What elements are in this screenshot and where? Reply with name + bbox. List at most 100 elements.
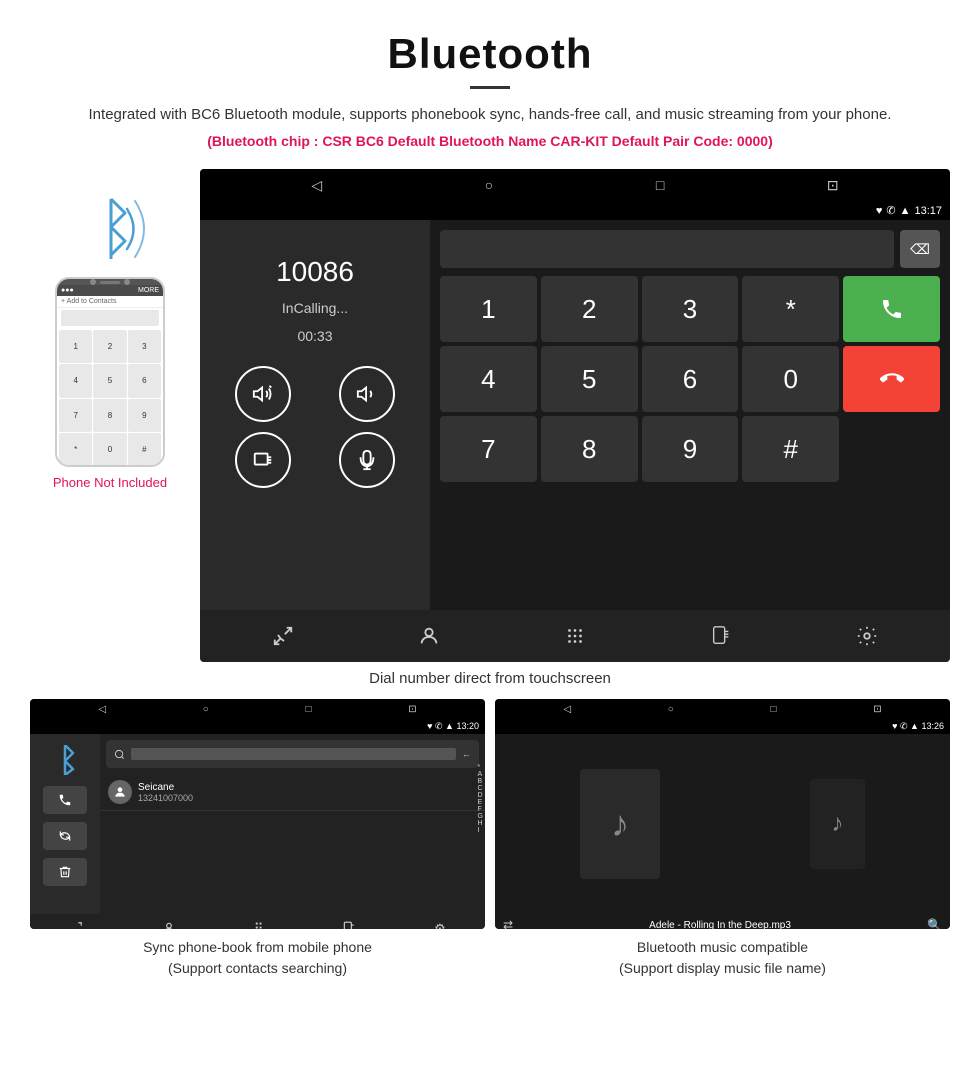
bottom-screenshots: ◁ ○ □ ⊡ ♥ ✆ ▲ 13:20	[0, 699, 980, 979]
call-transfer-icon[interactable]	[263, 616, 303, 656]
dial-input-row: ⌫	[440, 230, 940, 268]
music-caption: Bluetooth music compatible (Support disp…	[619, 937, 826, 979]
refresh-sidebar-btn[interactable]	[43, 822, 87, 850]
music-search-icon[interactable]: 🔍	[927, 918, 942, 929]
screenshot-icon: ⊡	[827, 177, 839, 194]
phonebook-nav-bar: ◁ ○ □ ⊡	[30, 699, 485, 719]
contact-name: Seicane	[138, 782, 193, 793]
alpha-index: * A B C D E F G H I	[478, 764, 483, 834]
dialpad-icon[interactable]	[555, 616, 595, 656]
android-bottom-bar	[200, 610, 950, 662]
phonebook-android-screen: ◁ ○ □ ⊡ ♥ ✆ ▲ 13:20	[30, 699, 485, 929]
volume-up-button[interactable]	[235, 366, 291, 422]
dial-controls	[216, 366, 414, 488]
dial-input-field[interactable]	[440, 230, 894, 268]
contact-row: Seicane 13241007000	[100, 774, 485, 811]
backspace-button[interactable]: ⌫	[900, 230, 940, 268]
wifi-icon: ▲	[900, 205, 911, 217]
phonebook-screenshot-card: ◁ ○ □ ⊡ ♥ ✆ ▲ 13:20	[30, 699, 485, 979]
shuffle-icon[interactable]: ⇄	[503, 918, 513, 929]
pb-screenshot-icon: ⊡	[408, 704, 416, 715]
numpad-key-0[interactable]: 0	[742, 346, 839, 412]
phonebook-main: ← Seicane 13241007000	[30, 734, 485, 914]
delete-sidebar-btn[interactable]	[43, 858, 87, 886]
page-description: Integrated with BC6 Bluetooth module, su…	[40, 103, 940, 127]
contact-number: 13241007000	[138, 793, 193, 803]
phone-mockup: ●●●MORE + Add to Contacts 123 456 789 *0…	[55, 277, 165, 467]
phone-illustration: ●●●MORE + Add to Contacts 123 456 789 *0…	[30, 169, 190, 490]
back-icon: ◁	[311, 177, 322, 194]
music-screenshot-icon: ⊡	[873, 704, 881, 715]
music-status-bar: ♥ ✆ ▲ 13:26	[495, 719, 950, 734]
pb-back-icon: ◁	[98, 704, 106, 715]
phonebook-bottom-bar: ⠿ ⚙	[30, 914, 485, 929]
numpad-grid: 1 2 3 * 4 5 6 0	[440, 276, 940, 482]
pb-settings-icon[interactable]: ⚙	[434, 921, 446, 929]
numpad-key-asterisk[interactable]: *	[742, 276, 839, 342]
numpad-key-6[interactable]: 6	[642, 346, 739, 412]
music-info-section: ⇄ Adele - Rolling In the Deep.mp3 🔍 Adel…	[495, 914, 950, 929]
pb-bluetooth-icon[interactable]	[342, 921, 356, 930]
mute-button[interactable]	[339, 432, 395, 488]
numpad-key-hash[interactable]: #	[742, 416, 839, 482]
pb-recents-icon: □	[306, 704, 312, 715]
numpad-key-3[interactable]: 3	[642, 276, 739, 342]
music-main-area: ♪ ♪	[495, 734, 950, 914]
dial-left-panel: 10086 InCalling... 00:33	[200, 220, 430, 610]
music-home-icon: ○	[668, 704, 674, 715]
contact-info: Seicane 13241007000	[138, 782, 193, 803]
phonebook-sidebar	[30, 734, 100, 914]
dial-section: ●●●MORE + Add to Contacts 123 456 789 *0…	[0, 159, 980, 662]
phone-sidebar-btn[interactable]	[43, 786, 87, 814]
dial-main-area: 10086 InCalling... 00:33	[200, 220, 950, 610]
end-call-button[interactable]	[843, 346, 940, 412]
phonebook-search-bar[interactable]: ←	[106, 740, 479, 768]
contacts-icon[interactable]	[409, 616, 449, 656]
phone-icon: ✆	[886, 204, 895, 217]
music-android-screen: ◁ ○ □ ⊡ ♥ ✆ ▲ 13:26 ♪ ♪	[495, 699, 950, 929]
bluetooth-sidebar-icon	[47, 742, 83, 778]
recents-icon: □	[656, 177, 664, 193]
pb-contacts-icon[interactable]	[162, 921, 176, 930]
location-icon: ♥	[876, 205, 883, 217]
dial-call-status: InCalling...	[216, 300, 414, 316]
music-screenshot-card: ◁ ○ □ ⊡ ♥ ✆ ▲ 13:26 ♪ ♪	[495, 699, 950, 979]
volume-down-button[interactable]	[339, 366, 395, 422]
dial-timer: 00:33	[216, 328, 414, 344]
home-icon: ○	[485, 177, 493, 193]
music-song-title: Adele - Rolling In the Deep.mp3	[513, 920, 927, 930]
numpad-key-5[interactable]: 5	[541, 346, 638, 412]
bluetooth-phone-icon[interactable]	[701, 616, 741, 656]
pb-dialpad-icon[interactable]: ⠿	[254, 921, 264, 929]
page-specs: (Bluetooth chip : CSR BC6 Default Blueto…	[40, 133, 940, 149]
contact-avatar	[108, 780, 132, 804]
page-header: Bluetooth Integrated with BC6 Bluetooth …	[0, 0, 980, 159]
page-title: Bluetooth	[40, 30, 940, 78]
title-divider	[470, 86, 510, 89]
numpad-key-4[interactable]: 4	[440, 346, 537, 412]
music-album-art-side: ♪	[810, 779, 865, 869]
pb-call-icon[interactable]	[69, 921, 83, 930]
music-back-icon: ◁	[563, 704, 571, 715]
numpad-key-2[interactable]: 2	[541, 276, 638, 342]
music-recents-icon: □	[771, 704, 777, 715]
answer-call-button[interactable]	[843, 276, 940, 342]
transfer-call-button[interactable]	[235, 432, 291, 488]
phonebook-status-right: ♥ ✆ ▲ 13:20	[427, 721, 479, 732]
numpad-key-1[interactable]: 1	[440, 276, 537, 342]
dial-number-display: 10086	[216, 256, 414, 288]
android-nav-bar: ◁ ○ □ ⊡	[200, 169, 950, 201]
numpad-key-8[interactable]: 8	[541, 416, 638, 482]
music-artwork-area: ♪ ♪	[495, 734, 950, 914]
music-album-art-main: ♪	[580, 769, 660, 879]
phone-not-included-label: Phone Not Included	[53, 475, 167, 490]
music-status-right: ♥ ✆ ▲ 13:26	[892, 721, 944, 732]
bluetooth-signal-icon	[65, 189, 155, 269]
settings-icon[interactable]	[847, 616, 887, 656]
phonebook-caption: Sync phone-book from mobile phone (Suppo…	[143, 937, 372, 979]
pb-home-icon: ○	[203, 704, 209, 715]
phonebook-content: ← Seicane 13241007000	[100, 734, 485, 914]
numpad-key-9[interactable]: 9	[642, 416, 739, 482]
numpad-key-7[interactable]: 7	[440, 416, 537, 482]
music-note-icon-side: ♪	[832, 810, 844, 838]
